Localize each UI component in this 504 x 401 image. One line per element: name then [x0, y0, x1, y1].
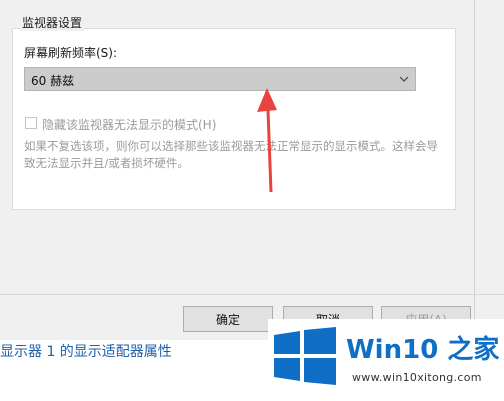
- monitor-settings-dialog: 监视器设置 屏幕刷新频率(S): 60 赫兹 隐藏该监视器无法显示的模式(H) …: [0, 0, 504, 340]
- watermark-url: www.win10xitong.com: [352, 371, 482, 384]
- group-title: 监视器设置: [20, 14, 85, 31]
- red-arrow-annotation: [257, 88, 277, 192]
- refresh-rate-label: 屏幕刷新频率(S):: [24, 46, 118, 60]
- refresh-rate-dropdown[interactable]: 60 赫兹: [24, 67, 416, 91]
- watermark: Win10 之家 www.win10xitong.com: [268, 319, 504, 401]
- ok-button[interactable]: 确定: [183, 306, 273, 332]
- watermark-title: Win10 之家: [346, 335, 500, 365]
- adapter-properties-link[interactable]: 显示器 1 的显示适配器属性: [0, 341, 172, 361]
- help-text: 如果不复选该项，则你可以选择那些该监视器无法正常显示的显示模式。这样会导致无法显…: [24, 139, 438, 170]
- chevron-down-icon: [399, 76, 409, 82]
- screenshot-stage: 监视器设置 屏幕刷新频率(S): 60 赫兹 隐藏该监视器无法显示的模式(H) …: [0, 0, 504, 401]
- refresh-rate-value: 60 赫兹: [31, 74, 75, 88]
- hide-modes-label[interactable]: 隐藏该监视器无法显示的模式(H): [42, 116, 216, 133]
- hide-modes-checkbox[interactable]: [25, 117, 37, 129]
- windows-logo-icon: [274, 327, 336, 385]
